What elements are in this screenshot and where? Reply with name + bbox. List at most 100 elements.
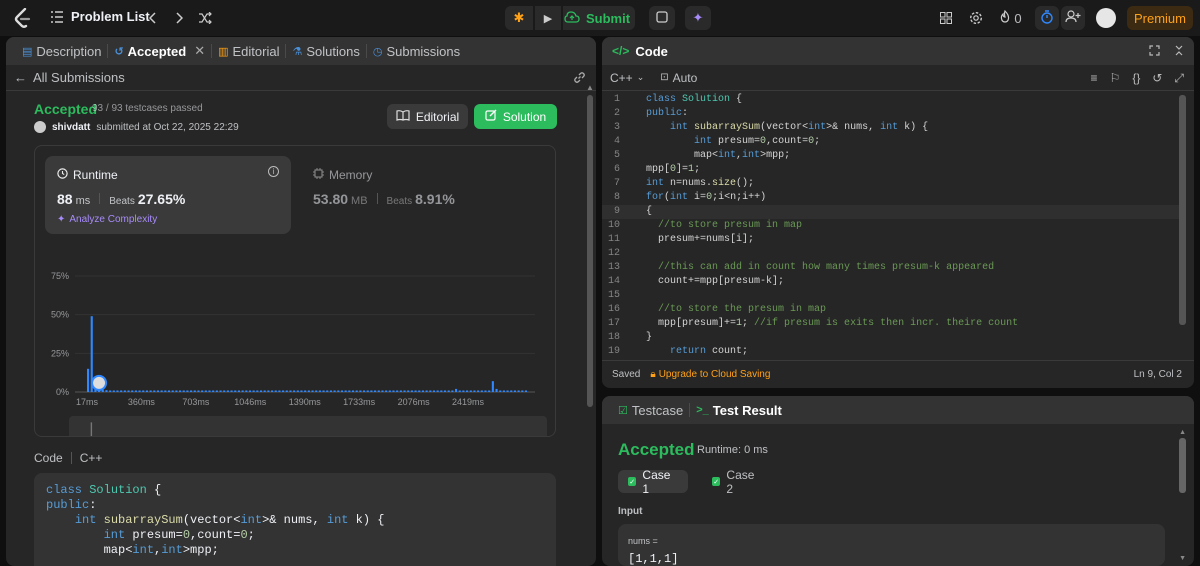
editor-line[interactable]: 11 presum+=nums[i]; [602, 233, 1182, 247]
editor-line[interactable]: 3 int subarraySum(vector<int>& nums, int… [602, 121, 1182, 135]
editor-line[interactable]: 12 [602, 247, 1182, 261]
editor-line[interactable]: 6 mpp[0]=1; [602, 163, 1182, 177]
prev-problem-icon[interactable] [144, 8, 162, 28]
editor-line[interactable]: 18} [602, 331, 1182, 345]
left-panel-scrollbar[interactable] [587, 95, 593, 407]
editor-line[interactable]: 19 return count; [602, 345, 1182, 355]
share-link-icon[interactable] [573, 71, 586, 87]
tab-description[interactable]: ▤ Description [16, 37, 107, 65]
chart-bar [506, 390, 509, 392]
premium-button[interactable]: Premium [1127, 6, 1193, 30]
layout-grid-icon[interactable] [938, 8, 954, 28]
run-button[interactable]: ▶ [535, 6, 561, 30]
post-solution-button[interactable]: Solution [474, 104, 557, 129]
auto-mode-toggle[interactable]: ⊡ Auto [660, 71, 697, 85]
format-icon[interactable]: ≡ [1091, 71, 1098, 86]
editor-line[interactable]: 7 int n=nums.size(); [602, 177, 1182, 191]
chart-bar [160, 390, 163, 392]
expand-arrows-icon[interactable]: ⤢ [1174, 71, 1184, 86]
runtime-unit: ms [75, 195, 91, 207]
tab-testcase[interactable]: ☑ Testcase [612, 396, 689, 424]
line-code: int n=nums.size(); [646, 178, 755, 189]
result-scrollbar[interactable] [1179, 438, 1186, 493]
settings-gear-icon[interactable] [968, 8, 984, 28]
list-icon[interactable] [50, 10, 64, 24]
chart-bar [344, 390, 347, 392]
runtime-distribution-chart[interactable]: 75% 50% 25% 0% 17ms 360ms 703ms 1046ms 1390ms 173… [35, 264, 555, 436]
y-tick-label: 0% [56, 387, 69, 397]
language-select[interactable]: C++ ⌄ [610, 71, 644, 85]
line-number: 9 [613, 206, 620, 217]
editor-line[interactable]: 14 count+=mpp[presum-k]; [602, 275, 1182, 289]
debug-button[interactable]: ✱ [505, 6, 533, 30]
scroll-down-arrow[interactable]: ▼ [1179, 555, 1186, 562]
info-icon[interactable]: i [268, 166, 279, 177]
scroll-up-arrow[interactable]: ▲ [1179, 429, 1186, 436]
tab-editorial[interactable]: ▥ Editorial [212, 37, 285, 65]
reset-icon[interactable]: ↺ [1152, 71, 1162, 86]
editor-line[interactable]: 8 for(int i=0;i<n;i++) [602, 191, 1182, 205]
tab-accepted[interactable]: ↺ Accepted ✕ [108, 37, 211, 65]
author-name[interactable]: shivdatt [52, 122, 90, 133]
shuffle-icon[interactable] [196, 8, 214, 28]
editor-scrollbar[interactable] [1179, 95, 1186, 325]
editor-line[interactable]: 1 class Solution { [602, 93, 1182, 107]
ai-assistant-button[interactable]: ✦ [685, 6, 711, 30]
runtime-beats-label: Beats [109, 196, 135, 207]
editor-line[interactable]: 16 //to store the presum in map [602, 303, 1182, 317]
editorial-button[interactable]: Editorial [387, 104, 468, 129]
braces-icon[interactable]: {} [1132, 71, 1140, 86]
chart-bar [145, 390, 148, 392]
submitted-time: submitted at Oct 22, 2025 22:29 [96, 121, 239, 133]
check-icon: ✓ [628, 477, 637, 486]
case-1-tab[interactable]: ✓ Case 1 [618, 467, 688, 496]
editor-line[interactable]: 4 int presum=0,count=0; [602, 135, 1182, 149]
notes-button[interactable] [649, 6, 675, 30]
close-tab-icon[interactable]: ✕ [194, 43, 205, 59]
tab-submissions[interactable]: ◷ Submissions [367, 37, 466, 65]
bookmark-icon[interactable]: ⚐ [1110, 71, 1121, 86]
code-editor[interactable]: 1 class Solution {2 public: 3 int subarrayS… [602, 93, 1194, 355]
submission-author: shivdatt submitted at Oct 22, 2025 22:29 [34, 121, 239, 133]
leetcode-logo[interactable] [12, 6, 34, 30]
problem-list-link[interactable]: Problem List [71, 9, 150, 24]
chart-bar [407, 390, 410, 392]
upgrade-cloud-link[interactable]: 🔒︎ Upgrade to Cloud Saving [650, 369, 770, 380]
check-icon: ✓ [712, 477, 721, 486]
chart-bar [267, 390, 270, 392]
scroll-up-arrow[interactable]: ▲ [586, 83, 594, 92]
editor-line[interactable]: 17 mpp[presum]+=1; //if presum is exits … [602, 317, 1182, 331]
user-avatar[interactable] [1096, 8, 1116, 28]
streak-counter[interactable]: 0 [997, 8, 1025, 28]
case-1-label: Case 1 [642, 467, 671, 496]
editor-line[interactable]: 9{ [602, 205, 1182, 219]
runtime-card[interactable]: Runtime i 88 ms Beats 27.65% ✦ Analyze C… [45, 156, 291, 234]
invite-button[interactable] [1061, 6, 1085, 30]
editor-line[interactable]: 2 public: [602, 107, 1182, 121]
chart-bar [149, 390, 152, 392]
back-arrow-icon[interactable]: ← [14, 70, 27, 85]
x-tick-label: 1733ms [343, 397, 376, 407]
chart-bar [127, 390, 130, 392]
editor-line[interactable]: 15 [602, 289, 1182, 303]
chart-bar [469, 390, 472, 392]
line-code: public: [646, 108, 689, 119]
editor-line[interactable]: 13 //this can add in count how many time… [602, 261, 1182, 275]
timer-button[interactable] [1035, 6, 1059, 30]
tab-test-result[interactable]: >_ Test Result [690, 396, 788, 424]
fullscreen-icon[interactable] [1149, 44, 1160, 59]
chart-bar [451, 390, 454, 392]
submit-button[interactable]: Submit [563, 6, 635, 30]
next-problem-icon[interactable] [170, 8, 188, 28]
chart-bar [138, 390, 141, 392]
analyze-complexity-link[interactable]: ✦ Analyze Complexity [57, 214, 157, 225]
all-submissions-link[interactable]: All Submissions [33, 70, 125, 85]
tab-testcase-label: Testcase [631, 402, 684, 418]
collapse-chevron-icon[interactable] [1174, 44, 1184, 59]
chart-bar [175, 390, 178, 392]
editor-line[interactable]: 10 //to store presum in map [602, 219, 1182, 233]
tab-solutions[interactable]: ⚗ Solutions [286, 37, 365, 65]
case-2-tab[interactable]: ✓ Case 2 [702, 468, 772, 496]
memory-card[interactable]: Memory 53.80 MB Beats 8.91% [301, 156, 547, 234]
editor-line[interactable]: 5 map<int,int>mpp; [602, 149, 1182, 163]
